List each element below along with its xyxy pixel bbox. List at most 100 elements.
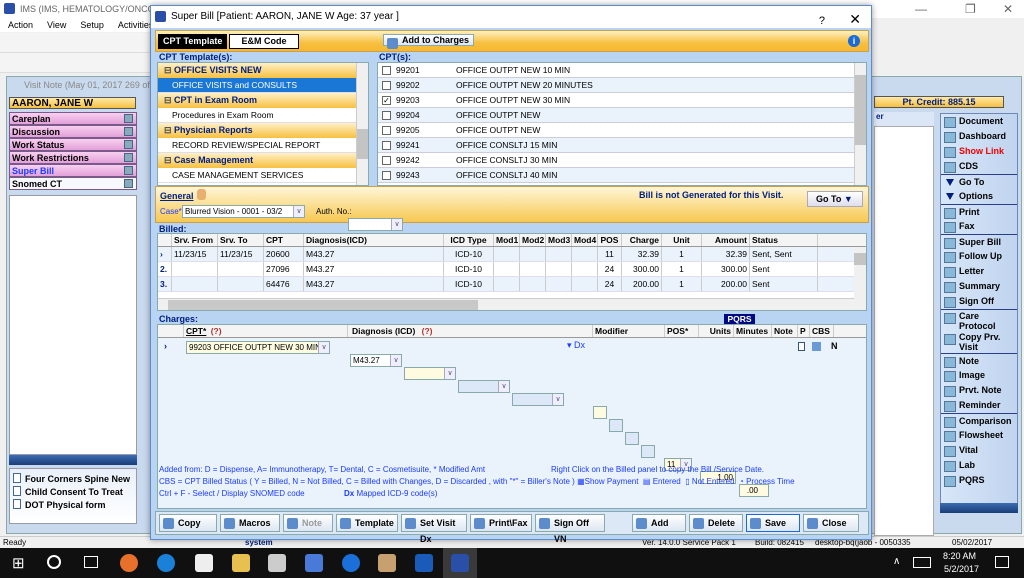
billed-vertical-scrollbar[interactable] [854,247,866,299]
right-panel-prvt-note[interactable]: Prvt. Note [941,383,1017,398]
go-to-button[interactable]: Go To ▼ [807,191,863,207]
cpt-row[interactable]: 99201 OFFICE OUTPT NEW 10 MIN [378,63,854,78]
left-panel-item[interactable]: Work Restrictions [9,151,137,164]
cpt-row[interactable]: 99243 OFFICE CONSLTJ 40 MIN [378,168,854,183]
template-item[interactable]: CASE MANAGEMENT SERVICES [158,168,356,183]
cpt-checkbox[interactable] [382,156,391,165]
add-button[interactable]: Add [632,514,686,532]
edit-icon[interactable] [124,127,133,136]
restore-icon[interactable]: ❐ [965,2,976,16]
right-panel-reminder[interactable]: Reminder [941,398,1017,413]
payment-icon[interactable] [812,342,821,351]
billed-column-header[interactable]: Status [750,234,818,246]
left-panel-item[interactable]: Snomed CT [9,177,137,190]
billed-row[interactable]: 2. 27096 M43.27 ICD-10 24 300.00 1 300.00 Sent [158,262,866,277]
file-explorer-icon[interactable] [232,554,250,572]
right-panel-letter[interactable]: Letter [941,264,1017,279]
template-group[interactable]: Case Management [158,153,356,168]
windows-start-icon[interactable]: ⊞ [12,554,25,572]
close-icon[interactable]: ✕ [1003,2,1013,16]
menu-view[interactable]: View [47,18,66,32]
cpt-checkbox[interactable] [382,126,391,135]
cpt-row[interactable]: ✓ 99203 OFFICE OUTPT NEW 30 MIN [378,93,854,108]
clock-time[interactable]: 8:20 AM [943,551,976,561]
add-to-charges-button[interactable]: Add to Charges [383,34,475,46]
right-panel-flowsheet[interactable]: Flowsheet [941,428,1017,443]
firefox-icon[interactable] [120,554,138,572]
icd-dropdown-3[interactable]: ∨ [458,380,510,393]
chevron-up-icon[interactable]: ∧ [893,556,900,567]
right-panel-show-link[interactable]: Show Link [941,144,1017,159]
modifier-2-input[interactable] [609,419,623,432]
right-panel-note[interactable]: Note [941,353,1017,368]
task-view-icon[interactable] [84,556,98,568]
ims-taskbar-button[interactable] [443,548,477,578]
sign-off-vn-button[interactable]: Sign Off VN [535,514,605,544]
right-panel-sign-off[interactable]: Sign Off [941,294,1017,309]
right-panel-cds[interactable]: CDS [941,159,1017,174]
cpt-checkbox[interactable] [382,81,391,90]
edge-icon[interactable] [342,554,360,572]
billed-row[interactable]: 3. 64476 M43.27 ICD-10 24 200.00 1 200.00 Sent [158,277,866,292]
menu-activities[interactable]: Activities [118,18,154,32]
clock-date[interactable]: 5/2/2017 [944,564,979,574]
right-panel-pqrs[interactable]: PQRS [941,473,1017,488]
save-button[interactable]: Save [746,514,800,532]
cpt-checkbox[interactable]: ✓ [382,96,391,105]
template-group[interactable]: CPT in Exam Room [158,93,356,108]
set-visit-dx-button[interactable]: Set Visit Dx [401,514,467,544]
tab-cpt-template[interactable]: CPT Template [158,34,228,49]
form-item[interactable]: DOT Physical form [13,499,133,512]
right-panel-follow-up[interactable]: Follow Up [941,249,1017,264]
outlook-icon[interactable] [415,554,433,572]
right-panel-fax[interactable]: Fax [941,219,1017,234]
right-panel-options[interactable]: Options [941,189,1017,204]
modifier-4-input[interactable] [641,445,655,458]
right-panel-dashboard[interactable]: Dashboard [941,129,1017,144]
template-group[interactable]: Physician Reports [158,123,356,138]
right-panel-summary[interactable]: Summary [941,279,1017,294]
cpt-row[interactable]: 99202 OFFICE OUTPT NEW 20 MINUTES [378,78,854,93]
edit-icon[interactable] [124,166,133,175]
billed-column-header[interactable]: ICD Type [444,234,494,246]
network-icon[interactable] [305,554,323,572]
billed-column-header[interactable]: Charge [622,234,662,246]
right-panel-care-protocol[interactable]: Care Protocol [941,309,1017,331]
billed-column-header[interactable]: Mod4 [572,234,598,246]
form-item[interactable]: Four Corners Spine New [13,473,133,486]
right-panel-image[interactable]: Image [941,368,1017,383]
cpt-checkbox[interactable] [382,171,391,180]
case-dropdown[interactable]: Blurred Vision - 0001 - 03/2 ∨ [182,205,305,218]
left-panel-item[interactable]: Careplan [9,112,137,125]
keyboard-icon[interactable] [913,557,931,568]
cpt-row[interactable]: 99204 OFFICE OUTPT NEW [378,108,854,123]
cpt-scrollbar[interactable] [854,63,866,185]
billed-column-header[interactable]: Amount [702,234,750,246]
edit-icon[interactable] [124,114,133,123]
ie-icon[interactable] [157,554,175,572]
notifications-icon[interactable] [995,556,1009,568]
search-icon[interactable] [47,555,61,569]
icd-dropdown-4[interactable]: ∨ [512,393,564,406]
edit-icon[interactable] [124,153,133,162]
dx-button[interactable]: ▾ Dx [567,340,585,351]
template-item[interactable]: Procedures in Exam Room [158,108,356,123]
right-panel-scroll-bar[interactable] [940,503,1018,513]
right-panel-lab[interactable]: Lab [941,458,1017,473]
cpt-help-link[interactable]: (?) [209,326,224,336]
modifier-1-input[interactable] [593,406,607,419]
minimize-icon[interactable]: — [915,2,927,16]
close-button[interactable]: Close [803,514,859,532]
right-panel-super-bill[interactable]: Super Bill [941,234,1017,249]
billed-column-header[interactable]: Unit [662,234,702,246]
cpt-row[interactable]: 99205 OFFICE OUTPT NEW [378,123,854,138]
icd-dropdown-2[interactable]: ∨ [404,367,456,380]
store-icon[interactable] [195,554,213,572]
billed-column-header[interactable] [158,234,172,246]
billed-column-header[interactable]: Mod1 [494,234,520,246]
left-panel-item[interactable]: Super Bill [9,164,137,177]
template-scrollbar[interactable] [356,63,368,185]
billed-horizontal-scrollbar[interactable] [158,298,866,310]
cpt-row[interactable]: 99241 OFFICE CONSLTJ 15 MIN [378,138,854,153]
billed-column-header[interactable]: CPT [264,234,304,246]
